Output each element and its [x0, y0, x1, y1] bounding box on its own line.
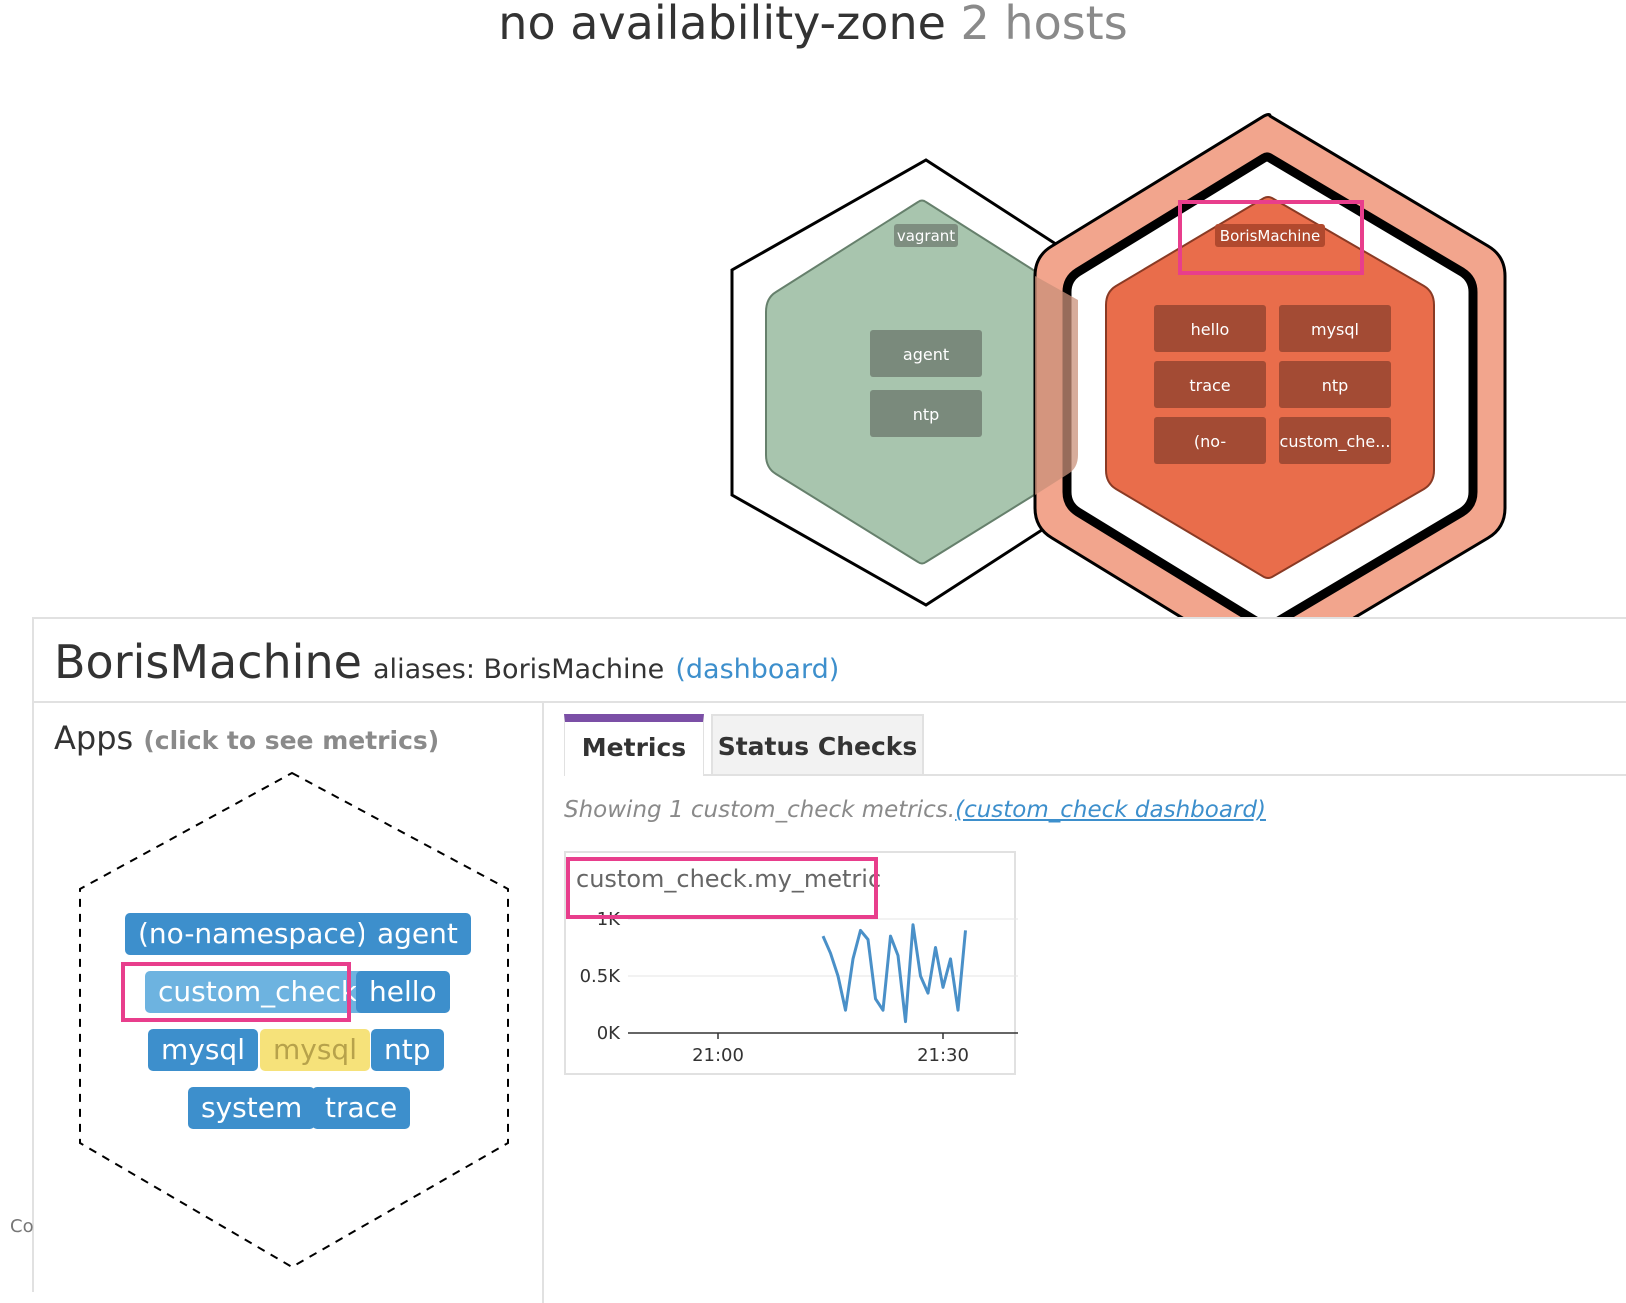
- svg-text:ntp: ntp: [1322, 376, 1349, 395]
- tab-status-checks[interactable]: Status Checks: [711, 714, 924, 774]
- vagrant-app-agent[interactable]: agent: [870, 330, 982, 377]
- app-tag-no-namespace[interactable]: (no-namespace): [125, 913, 380, 955]
- dashboard-link[interactable]: (dashboard): [675, 654, 839, 685]
- vagrant-label: vagrant: [894, 224, 958, 247]
- panel-column-divider: [542, 703, 544, 1303]
- app-tag-system[interactable]: system: [188, 1087, 316, 1129]
- vagrant-app-ntp[interactable]: ntp: [870, 390, 982, 437]
- app-tag-agent[interactable]: agent: [364, 913, 471, 955]
- metric-series-line: [821, 923, 967, 1024]
- svg-text:custom_che...: custom_che...: [1280, 432, 1391, 452]
- panel-header: BorisMachine aliases: BorisMachine (dash…: [54, 635, 839, 689]
- apps-hex-outline: [79, 771, 509, 1269]
- app-tag-mysql[interactable]: mysql: [148, 1029, 258, 1071]
- hex-overlap: [1035, 276, 1078, 495]
- tabs-underline: [704, 774, 1626, 776]
- y-tick-label: 0.5K: [580, 966, 622, 987]
- borismachine-app-custom-check[interactable]: custom_che...: [1279, 417, 1391, 464]
- x-tick-label: 21:30: [917, 1045, 969, 1066]
- borismachine-app-trace[interactable]: trace: [1154, 361, 1266, 408]
- svg-text:vagrant: vagrant: [897, 227, 955, 245]
- host-detail-panel: BorisMachine aliases: BorisMachine (dash…: [32, 617, 1626, 1303]
- app-tag-custom-check[interactable]: custom_check: [145, 971, 371, 1013]
- app-tag-mysql-warning[interactable]: mysql: [260, 1029, 370, 1071]
- host-hex-map: vagrant BorisMachine agent ntp hello mys…: [730, 113, 1507, 620]
- corner-text: Co: [10, 1216, 34, 1237]
- tab-metrics[interactable]: Metrics: [564, 714, 704, 776]
- svg-text:trace: trace: [1189, 376, 1230, 395]
- host-name-heading: BorisMachine: [54, 635, 362, 689]
- host-aliases: aliases: BorisMachine: [373, 654, 665, 685]
- metric-graph-card[interactable]: custom_check.my_metric 0K 0.5K 1K 21:00 21:3…: [564, 851, 1018, 1075]
- y-tick-label: 1K: [597, 909, 621, 930]
- showing-metrics-text: Showing 1 custom_check metrics.(custom_c…: [564, 797, 1266, 823]
- apps-title: Apps (click to see metrics): [54, 719, 439, 757]
- borismachine-label: BorisMachine: [1215, 224, 1325, 247]
- svg-text:ntp: ntp: [913, 405, 940, 424]
- apps-heading: Apps: [54, 719, 134, 757]
- metric-graph: 0K 0.5K 1K 21:00 21:30: [580, 909, 1018, 1066]
- app-tag-trace[interactable]: trace: [312, 1087, 411, 1129]
- panel-tabs: Metrics Status Checks: [564, 714, 1626, 776]
- svg-text:agent: agent: [903, 345, 949, 364]
- svg-text:hello: hello: [1191, 320, 1230, 339]
- borismachine-app-no-namespace[interactable]: (no-: [1154, 417, 1266, 464]
- app-tag-ntp[interactable]: ntp: [371, 1029, 444, 1071]
- showing-count: Showing 1 custom_check metrics.: [564, 797, 956, 823]
- apps-hint: (click to see metrics): [143, 726, 440, 755]
- borismachine-app-ntp[interactable]: ntp: [1279, 361, 1391, 408]
- borismachine-app-hello[interactable]: hello: [1154, 305, 1266, 352]
- borismachine-app-mysql[interactable]: mysql: [1279, 305, 1391, 352]
- x-tick-label: 21:00: [692, 1045, 744, 1066]
- svg-text:mysql: mysql: [1311, 320, 1359, 339]
- app-tag-hello[interactable]: hello: [356, 971, 450, 1013]
- svg-text:(no-: (no-: [1194, 432, 1226, 451]
- svg-text:BorisMachine: BorisMachine: [1220, 227, 1320, 245]
- y-tick-label: 0K: [597, 1023, 621, 1044]
- panel-divider: [34, 701, 1626, 703]
- custom-check-dashboard-link[interactable]: (custom_check dashboard): [955, 797, 1266, 823]
